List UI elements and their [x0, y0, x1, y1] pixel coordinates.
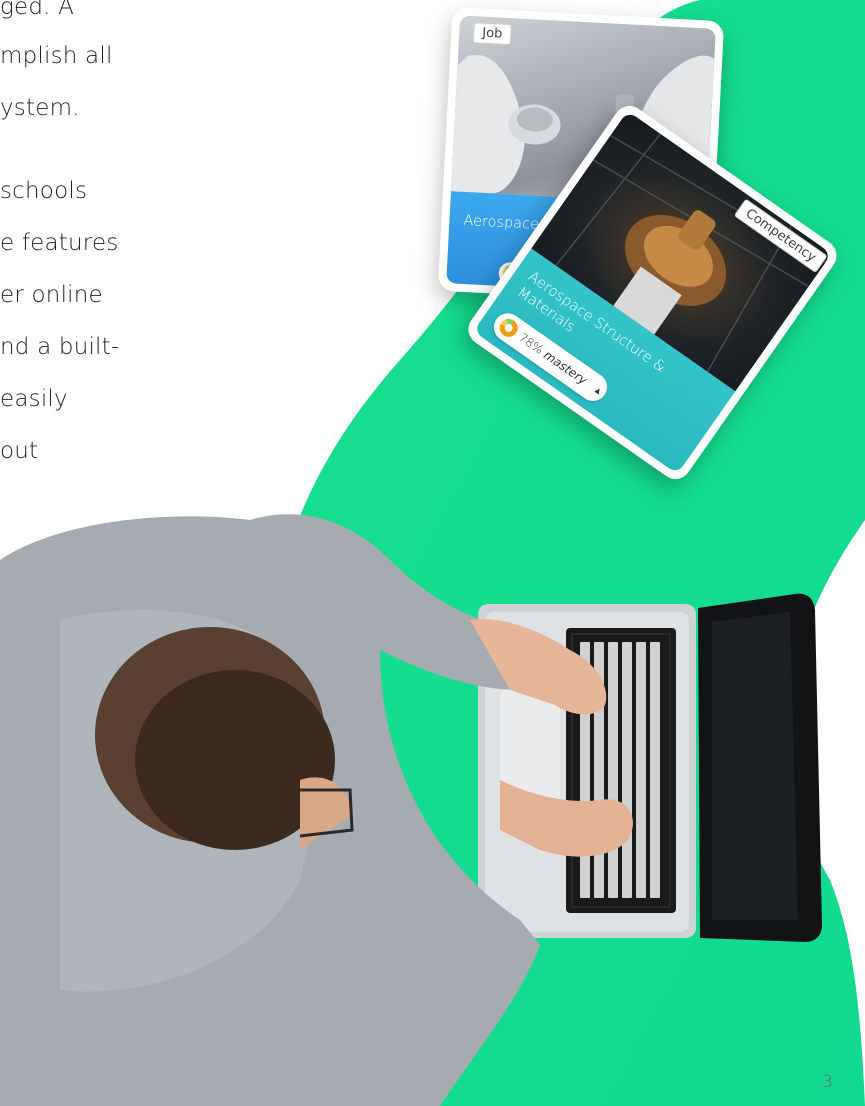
page: ged. A mplish all ystem. schools e featu… — [0, 0, 865, 1106]
person-using-laptop-image — [0, 514, 822, 1106]
page-number: 3 — [822, 1072, 833, 1092]
